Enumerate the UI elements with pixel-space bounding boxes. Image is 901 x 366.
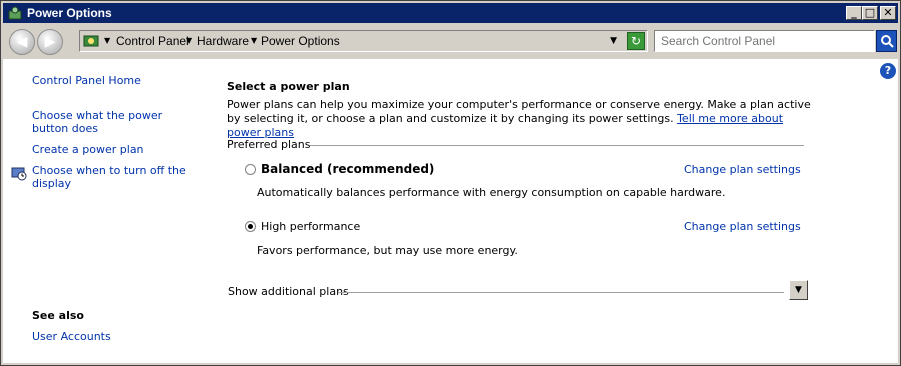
refresh-button[interactable]: ↻ — [627, 32, 645, 50]
close-button[interactable]: ✕ — [880, 6, 896, 20]
high-performance-radio[interactable] — [245, 221, 256, 232]
chevron-down-icon: ▼ — [795, 285, 802, 295]
show-additional-plans-label[interactable]: Show additional plans — [228, 285, 349, 299]
high-performance-plan-name[interactable]: High performance — [261, 220, 360, 234]
back-button[interactable]: ◀ — [9, 29, 35, 55]
balanced-description: Automatically balances performance with … — [257, 186, 726, 199]
breadcrumb-hardware[interactable]: Hardware — [197, 34, 249, 48]
search-input[interactable] — [654, 30, 875, 52]
control-panel-icon — [83, 35, 99, 47]
minimize-button[interactable]: _ — [846, 6, 862, 20]
search-icon — [880, 35, 894, 48]
see-also-heading: See also — [32, 309, 84, 322]
control-panel-home-link[interactable]: Control Panel Home — [32, 74, 141, 87]
balanced-change-settings-link[interactable]: Change plan settings — [684, 163, 801, 176]
breadcrumb-power-options[interactable]: Power Options — [261, 34, 340, 48]
balanced-radio[interactable] — [245, 164, 256, 175]
page-title: Select a power plan — [227, 80, 350, 93]
help-icon[interactable]: ? — [880, 63, 896, 79]
breadcrumb-control-panel[interactable]: Control Panel — [116, 34, 189, 48]
preferred-plans-label: Preferred plans — [227, 138, 311, 151]
maximize-button[interactable]: □ — [862, 6, 878, 20]
address-dropdown-icon[interactable]: ▼ — [610, 36, 617, 46]
high-performance-description: Favors performance, but may use more ene… — [257, 244, 518, 257]
search-button[interactable] — [876, 30, 897, 52]
content-area: Control Panel Home Choose what the power… — [3, 59, 898, 363]
breadcrumb-separator-icon[interactable]: ▼ — [104, 36, 110, 45]
intro-text: Power plans can help you maximize your c… — [227, 98, 817, 140]
breadcrumb-separator-icon[interactable]: ▼ — [251, 36, 257, 45]
power-options-icon — [8, 6, 22, 20]
power-options-window: Power Options _ □ ✕ ◀ ▶ ▼ Control Panel … — [0, 0, 901, 366]
address-bar[interactable]: ▼ Control Panel ▼ Hardware ▼ Power Optio… — [79, 30, 648, 52]
breadcrumb-separator-icon[interactable]: ▼ — [186, 36, 192, 45]
additional-plans-divider — [338, 292, 784, 293]
expand-additional-plans-button[interactable]: ▼ — [789, 280, 808, 300]
display-off-link[interactable]: Choose when to turn off the display — [32, 164, 192, 190]
sidebar: Control Panel Home Choose what the power… — [3, 59, 203, 363]
display-clock-icon — [11, 167, 27, 181]
user-accounts-link[interactable]: User Accounts — [32, 330, 111, 343]
forward-button[interactable]: ▶ — [37, 29, 63, 55]
create-plan-link[interactable]: Create a power plan — [32, 143, 144, 156]
title-bar: Power Options _ □ ✕ — [3, 3, 898, 23]
balanced-plan-name[interactable]: Balanced (recommended) — [261, 162, 434, 176]
power-button-link[interactable]: Choose what the power button does — [32, 109, 192, 135]
navigation-bar: ◀ ▶ ▼ Control Panel ▼ Hardware ▼ Power O… — [3, 25, 898, 57]
window-title: Power Options — [27, 6, 112, 20]
high-performance-change-settings-link[interactable]: Change plan settings — [684, 220, 801, 233]
preferred-plans-divider — [310, 145, 804, 146]
